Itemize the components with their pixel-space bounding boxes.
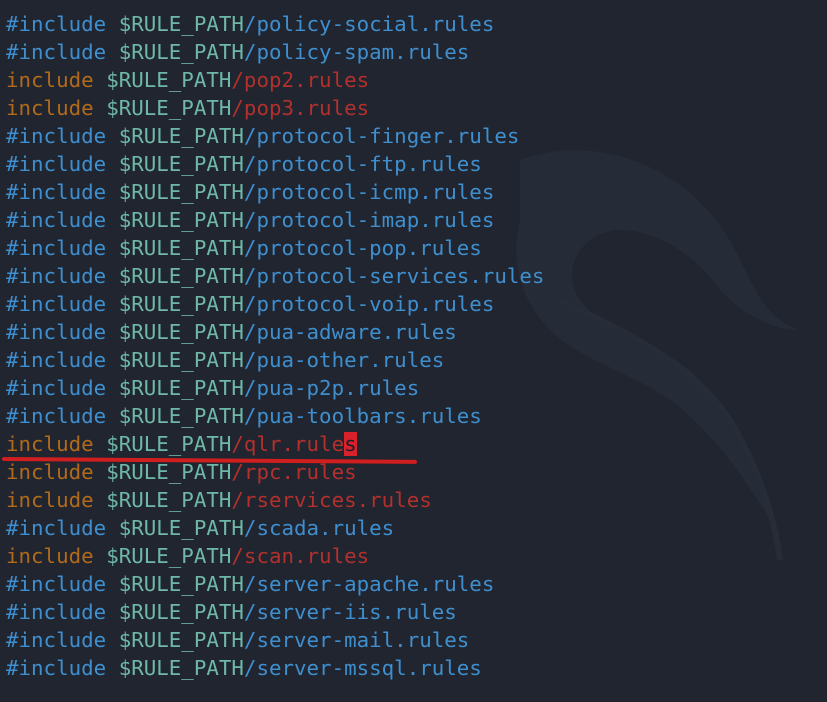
rule-path-variable: $RULE_PATH (118, 320, 244, 344)
rule-path-variable: $RULE_PATH (118, 236, 244, 260)
include-keyword: include (6, 96, 94, 120)
rule-file-path: /protocol-ftp.rules (243, 152, 482, 176)
rule-path-variable: $RULE_PATH (118, 40, 244, 64)
code-line[interactable]: #include $RULE_PATH/pua-p2p.rules (6, 374, 544, 402)
code-line[interactable]: #include $RULE_PATH/protocol-ftp.rules (6, 150, 544, 178)
rule-path-variable: $RULE_PATH (118, 292, 244, 316)
rule-file-path: /protocol-icmp.rules (243, 180, 495, 204)
code-line[interactable]: #include $RULE_PATH/policy-social.rules (6, 10, 544, 38)
code-line[interactable]: #include $RULE_PATH/pua-toolbars.rules (6, 402, 544, 430)
code-line[interactable]: #include $RULE_PATH/server-apache.rules (6, 570, 544, 598)
rule-file-path: /rpc.rules (231, 460, 357, 484)
include-keyword: #include (6, 292, 107, 316)
rule-file-path: /policy-social.rules (243, 12, 495, 36)
rule-path-variable: $RULE_PATH (106, 544, 232, 568)
code-line[interactable]: include $RULE_PATH/pop3.rules (6, 94, 544, 122)
include-keyword: #include (6, 180, 107, 204)
rule-file-path: /scan.rules (231, 544, 370, 568)
rule-path-variable: $RULE_PATH (118, 516, 244, 540)
rule-file-path: /policy-spam.rules (243, 40, 470, 64)
rule-file-path: /server-iis.rules (243, 600, 457, 624)
code-line[interactable]: #include $RULE_PATH/scada.rules (6, 514, 544, 542)
rule-path-variable: $RULE_PATH (118, 600, 244, 624)
code-line[interactable]: include $RULE_PATH/pop2.rules (6, 66, 544, 94)
include-keyword: #include (6, 348, 107, 372)
rule-path-variable: $RULE_PATH (106, 488, 232, 512)
include-keyword: include (6, 68, 94, 92)
code-line[interactable]: #include $RULE_PATH/server-mail.rules (6, 626, 544, 654)
code-lines[interactable]: #include $RULE_PATH/policy-social.rules #… (6, 10, 544, 682)
rule-file-path: /rservices.rules (231, 488, 432, 512)
rule-file-path: /server-apache.rules (243, 572, 495, 596)
code-line[interactable]: #include $RULE_PATH/protocol-finger.rule… (6, 122, 544, 150)
rule-file-path: /protocol-imap.rules (243, 208, 495, 232)
rule-file-path: /protocol-finger.rules (243, 124, 520, 148)
rule-file-path: /server-mail.rules (243, 628, 470, 652)
include-keyword: #include (6, 376, 107, 400)
code-line[interactable]: #include $RULE_PATH/pua-adware.rules (6, 318, 544, 346)
code-line[interactable]: include $RULE_PATH/scan.rules (6, 542, 544, 570)
rule-file-path: /protocol-services.rules (243, 264, 545, 288)
rule-file-path: /pop3.rules (231, 96, 370, 120)
include-keyword: #include (6, 12, 107, 36)
rule-path-variable: $RULE_PATH (106, 68, 232, 92)
rule-file-path: /server-mssql.rules (243, 656, 482, 680)
include-keyword: #include (6, 208, 107, 232)
rule-file-path: /qlr.rule (231, 432, 345, 456)
include-keyword: #include (6, 320, 107, 344)
rule-path-variable: $RULE_PATH (118, 264, 244, 288)
code-line[interactable]: #include $RULE_PATH/policy-spam.rules (6, 38, 544, 66)
code-line[interactable]: #include $RULE_PATH/protocol-icmp.rules (6, 178, 544, 206)
rule-file-path: /protocol-pop.rules (243, 236, 482, 260)
include-keyword: #include (6, 404, 107, 428)
include-keyword: #include (6, 236, 107, 260)
rule-file-path: /pua-p2p.rules (243, 376, 420, 400)
rule-path-variable: $RULE_PATH (106, 432, 232, 456)
rule-path-variable: $RULE_PATH (106, 96, 232, 120)
include-keyword: #include (6, 152, 107, 176)
include-keyword: #include (6, 124, 107, 148)
rule-file-path: /pua-other.rules (243, 348, 445, 372)
text-cursor: s (344, 432, 357, 456)
include-keyword: include (6, 460, 94, 484)
rule-path-variable: $RULE_PATH (118, 572, 244, 596)
rule-file-path: /pua-toolbars.rules (243, 404, 482, 428)
code-line[interactable]: #include $RULE_PATH/protocol-services.ru… (6, 262, 544, 290)
rule-path-variable: $RULE_PATH (118, 656, 244, 680)
rule-file-path: /pua-adware.rules (243, 320, 457, 344)
code-line[interactable]: #include $RULE_PATH/protocol-imap.rules (6, 206, 544, 234)
rule-path-variable: $RULE_PATH (118, 180, 244, 204)
include-keyword: include (6, 544, 94, 568)
code-line[interactable]: #include $RULE_PATH/server-mssql.rules (6, 654, 544, 682)
include-keyword: #include (6, 600, 107, 624)
code-line[interactable]: #include $RULE_PATH/server-iis.rules (6, 598, 544, 626)
code-line[interactable]: include $RULE_PATH/qlr.rules (6, 430, 544, 458)
code-line[interactable]: #include $RULE_PATH/protocol-voip.rules (6, 290, 544, 318)
rule-path-variable: $RULE_PATH (118, 376, 244, 400)
include-keyword: #include (6, 516, 107, 540)
rule-path-variable: $RULE_PATH (118, 348, 244, 372)
include-keyword: #include (6, 264, 107, 288)
include-keyword: include (6, 432, 94, 456)
rule-path-variable: $RULE_PATH (118, 152, 244, 176)
rule-path-variable: $RULE_PATH (118, 12, 244, 36)
code-line[interactable]: #include $RULE_PATH/protocol-pop.rules (6, 234, 544, 262)
rule-path-variable: $RULE_PATH (118, 208, 244, 232)
rule-path-variable: $RULE_PATH (118, 124, 244, 148)
rule-file-path: /pop2.rules (231, 68, 370, 92)
include-keyword: #include (6, 628, 107, 652)
rule-path-variable: $RULE_PATH (118, 404, 244, 428)
code-line[interactable]: #include $RULE_PATH/pua-other.rules (6, 346, 544, 374)
rule-file-path: /scada.rules (243, 516, 395, 540)
rule-file-path: /protocol-voip.rules (243, 292, 495, 316)
code-line[interactable]: include $RULE_PATH/rservices.rules (6, 486, 544, 514)
rule-path-variable: $RULE_PATH (118, 628, 244, 652)
terminal-editor[interactable]: #include $RULE_PATH/policy-social.rules #… (0, 0, 827, 702)
include-keyword: #include (6, 40, 107, 64)
include-keyword: #include (6, 656, 107, 680)
include-keyword: #include (6, 572, 107, 596)
rule-path-variable: $RULE_PATH (106, 460, 232, 484)
include-keyword: include (6, 488, 94, 512)
